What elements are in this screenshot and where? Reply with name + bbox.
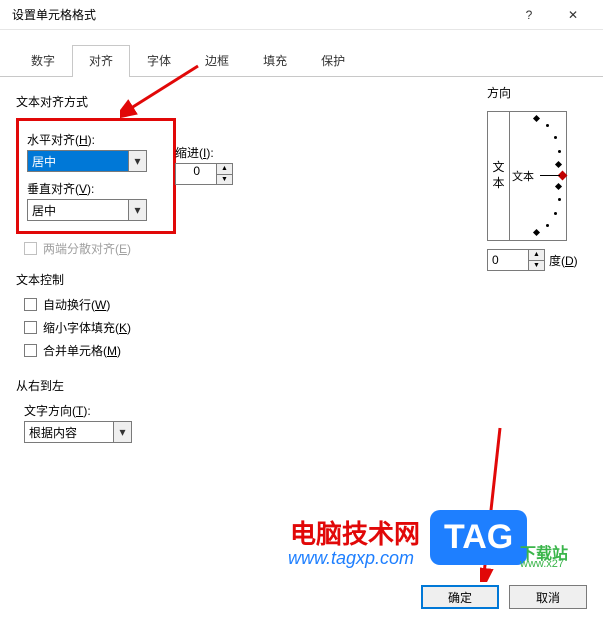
dial-dot [558,150,561,153]
dial-dot [554,136,557,139]
watermark-url: www.tagxp.com [288,548,414,569]
degree-input[interactable]: 0 [487,249,529,271]
degree-row: 0 ▲ ▼ 度(D) [487,249,587,271]
indent-group: 缩进(I): 0 ▲ ▼ [175,140,233,185]
close-icon: ✕ [568,8,578,22]
right-column: 方向 文 本 [487,80,587,271]
text-control-label: 文本控制 [16,271,396,288]
checkbox-box [24,321,37,334]
orientation-vertical-text-button[interactable]: 文 本 [488,112,510,240]
spinner-up-icon: ▲ [529,250,544,261]
justify-distributed-checkbox: 两端分散对齐(E) [24,240,396,257]
dial-marker [555,161,562,168]
highlight-box: 水平对齐(H): 居中 ▾ 垂直对齐(V): 居中 ▾ [16,118,176,234]
degree-spinner[interactable]: ▲ ▼ [529,249,545,271]
text-direction-combo[interactable]: 根据内容 ▾ [24,421,132,443]
checkbox-box [24,344,37,357]
dial-dot [546,224,549,227]
degree-value: 0 [492,253,499,267]
orientation-dial[interactable]: 文本 [510,112,566,240]
spinner-down-icon: ▼ [529,261,544,271]
shrink-to-fit-checkbox[interactable]: 缩小字体填充(K) [24,319,396,336]
dial-text: 文本 [512,168,534,184]
tabs: 数字 对齐 字体 边框 填充 保护 [0,30,603,77]
dial-dot [558,198,561,201]
chevron-down-icon: ▾ [128,200,146,220]
merge-cells-label: 合并单元格(M) [43,342,121,359]
dial-line [540,175,560,176]
horizontal-align-label: 水平对齐(H): [27,131,165,148]
orientation-label: 方向 [487,84,587,105]
wrap-text-checkbox[interactable]: 自动换行(W) [24,296,396,313]
dial-marker [533,115,540,122]
justify-distributed-label: 两端分散对齐(E) [43,240,131,257]
indent-label: 缩进(I): [175,144,233,161]
ok-button[interactable]: 确定 [421,585,499,609]
watermark-text: 电脑技术网 [290,514,420,551]
text-direction-value: 根据内容 [25,424,113,441]
dial-dot [554,212,557,215]
dial-marker [533,229,540,236]
tab-fill[interactable]: 填充 [246,45,304,77]
watermark-tag: TAG [430,510,527,565]
vertical-align-combo[interactable]: 居中 ▾ [27,199,147,221]
dial-dot [546,124,549,127]
degree-label: 度(D) [549,252,578,269]
merge-cells-checkbox[interactable]: 合并单元格(M) [24,342,396,359]
checkbox-box [24,298,37,311]
text-direction-label: 文字方向(T): [24,402,396,419]
titlebar: 设置单元格格式 ? ✕ [0,0,603,30]
chevron-down-icon: ▾ [128,151,146,171]
close-button[interactable]: ✕ [551,0,595,30]
vertical-align-value: 居中 [28,202,128,219]
tab-alignment[interactable]: 对齐 [72,45,130,77]
cancel-button[interactable]: 取消 [509,585,587,609]
wrap-text-label: 自动换行(W) [43,296,110,313]
horizontal-align-value: 居中 [28,153,128,170]
chevron-down-icon: ▾ [113,422,131,442]
vertical-text-char: 本 [492,176,504,192]
orientation-group: 方向 文 本 [487,84,587,271]
indent-value: 0 [193,164,200,178]
tab-font[interactable]: 字体 [130,45,188,77]
dial-marker [555,183,562,190]
orientation-box: 文 本 文本 [487,111,567,241]
help-icon: ? [526,8,533,22]
tab-border[interactable]: 边框 [188,45,246,77]
vertical-text-char: 文 [492,160,504,176]
rtl-label: 从右到左 [16,377,396,394]
horizontal-align-combo[interactable]: 居中 ▾ [27,150,147,172]
indent-input[interactable]: 0 [175,163,217,185]
shrink-to-fit-label: 缩小字体填充(K) [43,319,131,336]
watermark-suburl: www.x27 [520,558,564,570]
vertical-align-label: 垂直对齐(V): [27,180,165,197]
spinner-down-icon: ▼ [217,175,232,185]
spinner-up-icon: ▲ [217,164,232,175]
tab-content: 文本对齐方式 水平对齐(H): 居中 ▾ 垂直对齐(V): 居中 ▾ 两端分散对… [0,77,603,455]
tab-protection[interactable]: 保护 [304,45,362,77]
indent-spinner[interactable]: ▲ ▼ [217,163,233,185]
footer: 确定 取消 [421,585,587,609]
tab-number[interactable]: 数字 [14,45,72,77]
checkbox-box [24,242,37,255]
text-alignment-label: 文本对齐方式 [16,93,396,110]
help-button[interactable]: ? [507,0,551,30]
window-title: 设置单元格格式 [8,6,507,23]
